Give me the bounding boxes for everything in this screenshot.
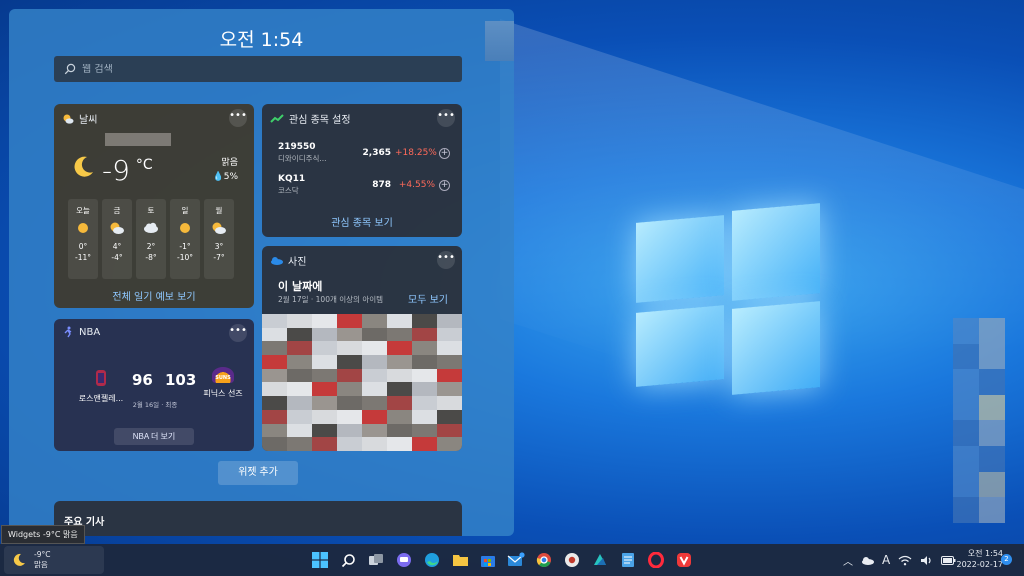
away-team[interactable]: SUNS 피닉스 선즈 [194, 367, 252, 399]
notepad-icon[interactable] [616, 548, 640, 572]
add-stock-icon[interactable]: + [439, 147, 450, 159]
photos-heading: 이 날짜에 [278, 280, 323, 293]
widgets-tooltip: Widgets -9°C 맑음 [1, 525, 85, 544]
notification-badge[interactable]: 2 [1001, 554, 1012, 565]
stocks-more-button[interactable]: ••• [437, 109, 455, 127]
suns-logo-icon: SUNS [212, 367, 234, 383]
chevron-up-icon[interactable]: ︿ [843, 553, 853, 568]
blurred-desktop-icons [953, 318, 1005, 523]
photos-subtitle: 2월 17일 · 100개 이상의 아이템 [278, 295, 384, 304]
chrome-icon[interactable] [532, 548, 556, 572]
moon-icon [13, 553, 25, 566]
task-view-icon[interactable] [364, 548, 388, 572]
add-stock-icon[interactable]: + [439, 179, 450, 191]
mail-icon[interactable] [504, 548, 528, 572]
nba-more-button[interactable]: ••• [229, 324, 247, 342]
partly-cloudy-icon [212, 222, 226, 234]
weather-widget[interactable]: 날씨 ••• -9 °C 맑음 💧5% 오늘 0° -11° 금 4° -4° … [54, 104, 254, 308]
weather-sun-cloud-icon [63, 114, 74, 124]
search-icon [64, 63, 76, 75]
volume-icon[interactable] [920, 555, 933, 566]
wifi-icon[interactable] [898, 555, 912, 566]
widgets-panel: 오전 1:54 날씨 ••• -9 °C 맑음 💧5% [9, 9, 514, 536]
photos-more-button[interactable]: ••• [437, 251, 455, 269]
lakers-logo-icon [96, 370, 106, 386]
photo-thumbnail[interactable] [262, 314, 462, 451]
file-explorer-icon[interactable] [448, 548, 472, 572]
partly-cloudy-icon [110, 222, 124, 234]
cloud-icon [144, 222, 158, 233]
watchlist-link[interactable]: 관심 종목 보기 [262, 214, 462, 229]
photos-title: 사진 [288, 257, 307, 268]
add-widget-button[interactable]: 위젯 추가 [218, 461, 298, 485]
weather-location-redacted [105, 133, 171, 146]
raindrop-icon: 💧 [212, 172, 224, 182]
nba-more-button-link[interactable]: NBA 더 보기 [114, 428, 194, 445]
store-icon[interactable] [476, 548, 500, 572]
vivaldi-icon[interactable] [672, 548, 696, 572]
app-icon[interactable] [588, 548, 612, 572]
edge-icon[interactable] [420, 548, 444, 572]
stock-row[interactable]: 219550 디와이디주식... 2,365 +18.25% + [278, 142, 450, 164]
taskbar: -9°C 맑음 ︿ A 오전 1:54 2022-02-17 2 [0, 544, 1024, 576]
web-search-bar[interactable] [54, 56, 462, 82]
weather-forecast: 오늘 0° -11° 금 4° -4° 토 2° -8° 일 -1° -10° … [68, 199, 234, 279]
web-search-input[interactable] [82, 63, 442, 75]
sun-icon [180, 223, 190, 233]
top-stories-section[interactable]: 주요 기사 [54, 501, 462, 536]
moon-icon [74, 156, 93, 177]
onedrive-icon[interactable] [861, 556, 874, 565]
nba-widget[interactable]: NBA ••• 로스앤젤레... 96 103 2월 16일 · 최종 SUNS… [54, 319, 254, 451]
weather-title: 날씨 [79, 115, 98, 126]
home-score: 96 [132, 371, 153, 389]
start-icon[interactable] [308, 548, 332, 572]
taskbar-apps [308, 544, 696, 576]
windows-logo-wallpaper [636, 203, 822, 395]
taskbar-clock[interactable]: 오전 1:54 2022-02-17 [948, 548, 1004, 570]
forecast-day[interactable]: 월 3° -7° [204, 199, 234, 279]
nba-title: NBA [79, 326, 101, 338]
full-forecast-link[interactable]: 전체 일기 예보 보기 [54, 288, 254, 303]
weather-more-button[interactable]: ••• [229, 109, 247, 127]
stock-row[interactable]: KQ11 코스닥 878 +4.55% + [278, 174, 450, 196]
taskbar-weather-button[interactable]: -9°C 맑음 [4, 546, 104, 574]
weather-precip: 5% [223, 172, 238, 182]
panel-clock: 오전 1:54 [219, 29, 304, 51]
sports-runner-icon [64, 326, 72, 338]
onedrive-cloud-icon [271, 257, 283, 265]
away-score: 103 [165, 371, 197, 389]
photos-widget[interactable]: 사진 ••• 이 날짜에 2월 17일 · 100개 이상의 아이템 모두 보기 [262, 246, 462, 451]
weather-temperature: -9 [102, 154, 130, 187]
opera-icon[interactable] [644, 548, 668, 572]
input-language-indicator[interactable]: A [882, 553, 890, 567]
photos-see-all-link[interactable]: 모두 보기 [408, 291, 448, 306]
weather-unit: °C [135, 157, 153, 173]
system-tray: ︿ A [843, 544, 956, 576]
stocks-title: 관심 종목 설정 [289, 115, 351, 126]
app-icon[interactable] [560, 548, 584, 572]
forecast-day[interactable]: 금 4° -4° [102, 199, 132, 279]
forecast-day[interactable]: 오늘 0° -11° [68, 199, 98, 279]
stocks-widget[interactable]: 관심 종목 설정 ••• 219550 디와이디주식... 2,365 +18.… [262, 104, 462, 237]
weather-condition: 맑음 [221, 158, 238, 168]
search-icon[interactable] [336, 548, 360, 572]
game-status: 2월 16일 · 최종 [132, 401, 178, 409]
chat-icon[interactable] [392, 548, 416, 572]
forecast-day[interactable]: 토 2° -8° [136, 199, 166, 279]
stock-chart-icon [270, 113, 284, 123]
forecast-day[interactable]: 일 -1° -10° [170, 199, 200, 279]
sun-icon [78, 223, 88, 233]
